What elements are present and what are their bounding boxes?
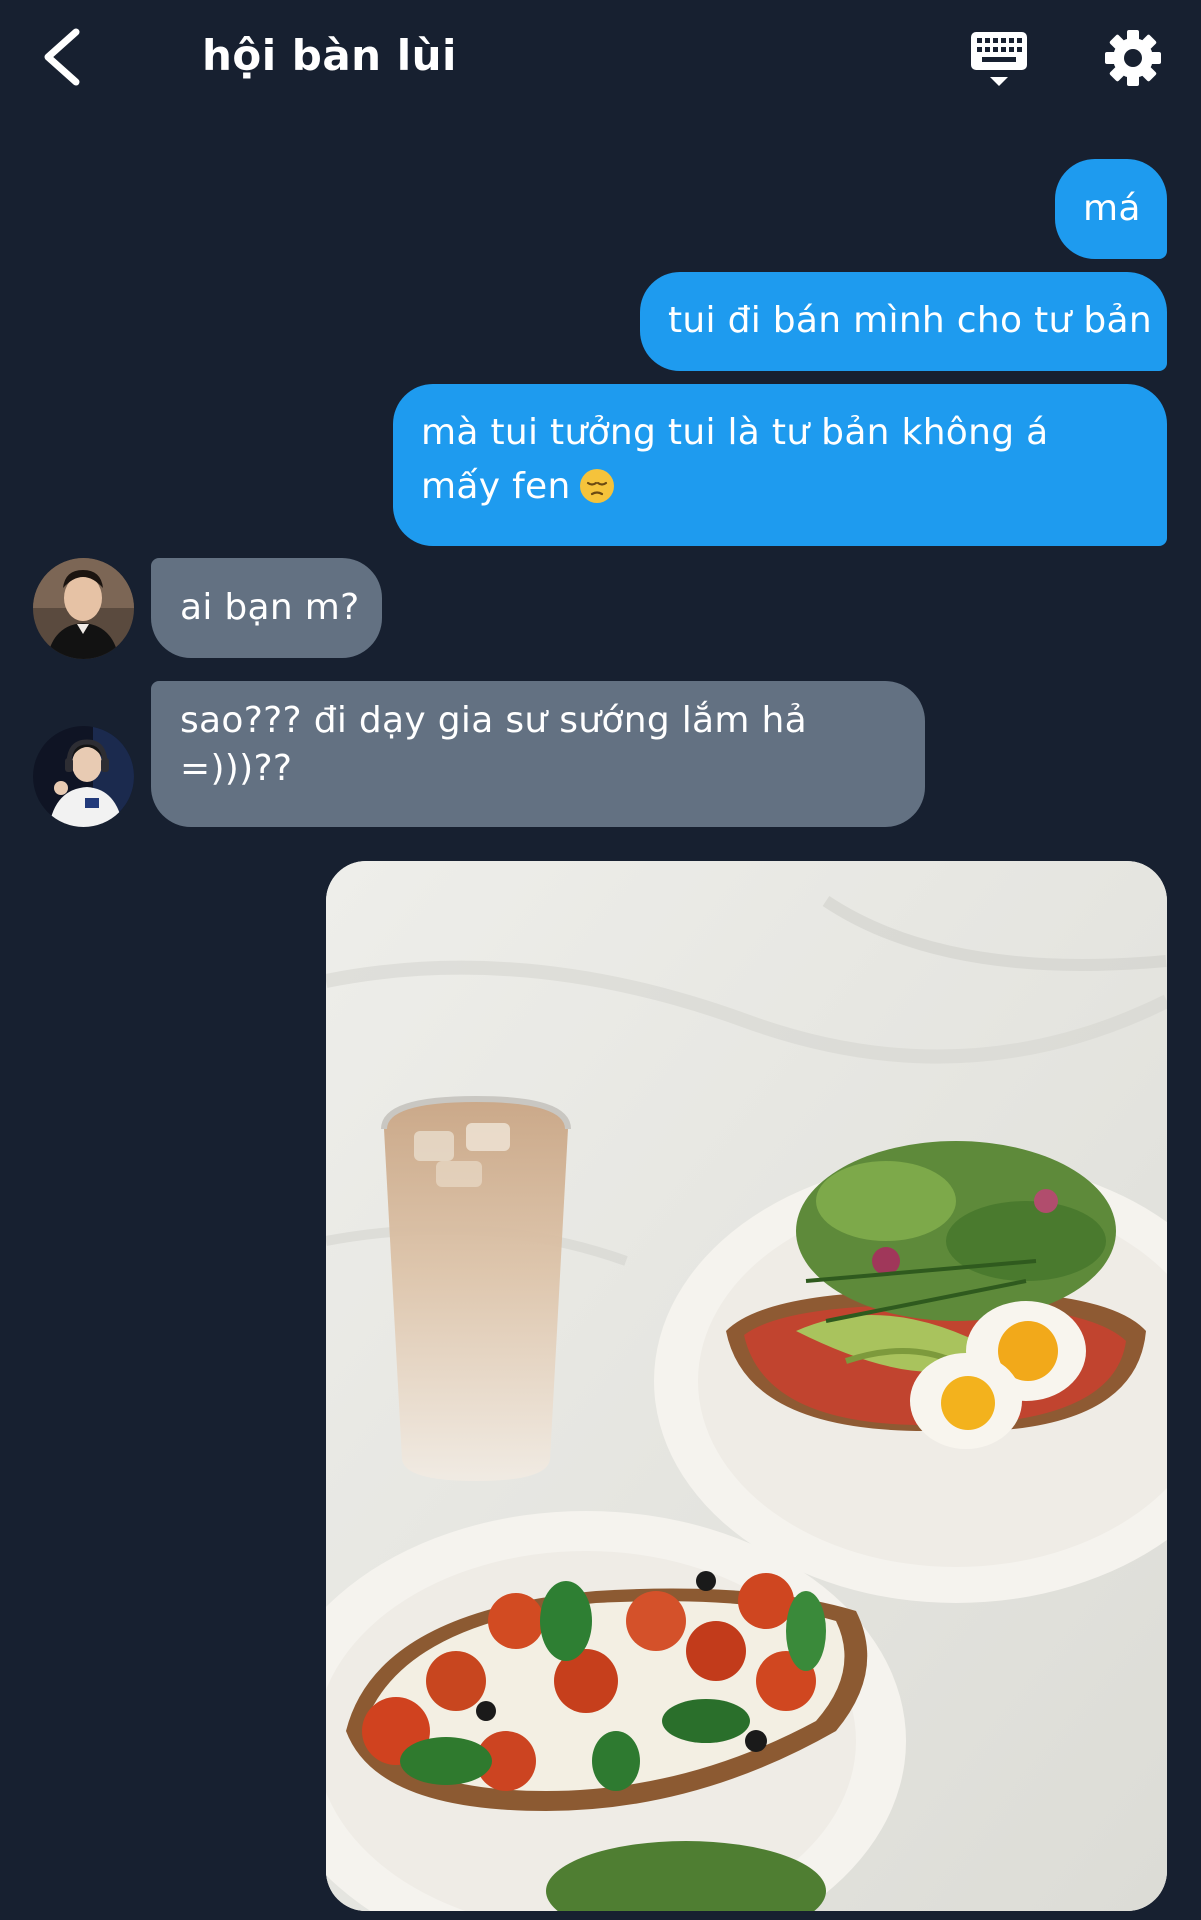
- incoming-message[interactable]: sao??? đi dạy gia sư sướng lắm hả =)))??: [151, 681, 925, 827]
- keyboard-button[interactable]: [968, 28, 1030, 90]
- message-text: ai bạn m?: [180, 587, 360, 628]
- outgoing-message[interactable]: má: [1055, 159, 1167, 259]
- photo-message[interactable]: [326, 861, 1167, 1911]
- settings-button[interactable]: [1103, 28, 1163, 88]
- chevron-left-icon: [44, 28, 80, 86]
- avatar[interactable]: [33, 726, 134, 827]
- food-photo: [326, 861, 1167, 1911]
- message-text: mà tui tưởng tui là tư bản không á mấy f…: [421, 412, 1049, 507]
- gear-icon: [1105, 30, 1161, 86]
- back-button[interactable]: [38, 26, 86, 88]
- chat-title: hội bàn lùi: [202, 31, 457, 80]
- pensive-face-emoji: [579, 466, 615, 503]
- outgoing-message[interactable]: mà tui tưởng tui là tư bản không á mấy f…: [393, 384, 1167, 546]
- keyboard-icon: [971, 32, 1027, 86]
- chat-header: hội bàn lùi: [0, 0, 1201, 115]
- outgoing-message[interactable]: tui đi bán mình cho tư bản: [640, 272, 1167, 371]
- message-text: sao??? đi dạy gia sư sướng lắm hả =)))??: [180, 700, 807, 789]
- incoming-message[interactable]: ai bạn m?: [151, 558, 382, 658]
- message-text: tui đi bán mình cho tư bản: [668, 300, 1152, 341]
- message-text: má: [1083, 188, 1141, 229]
- avatar[interactable]: [33, 558, 134, 659]
